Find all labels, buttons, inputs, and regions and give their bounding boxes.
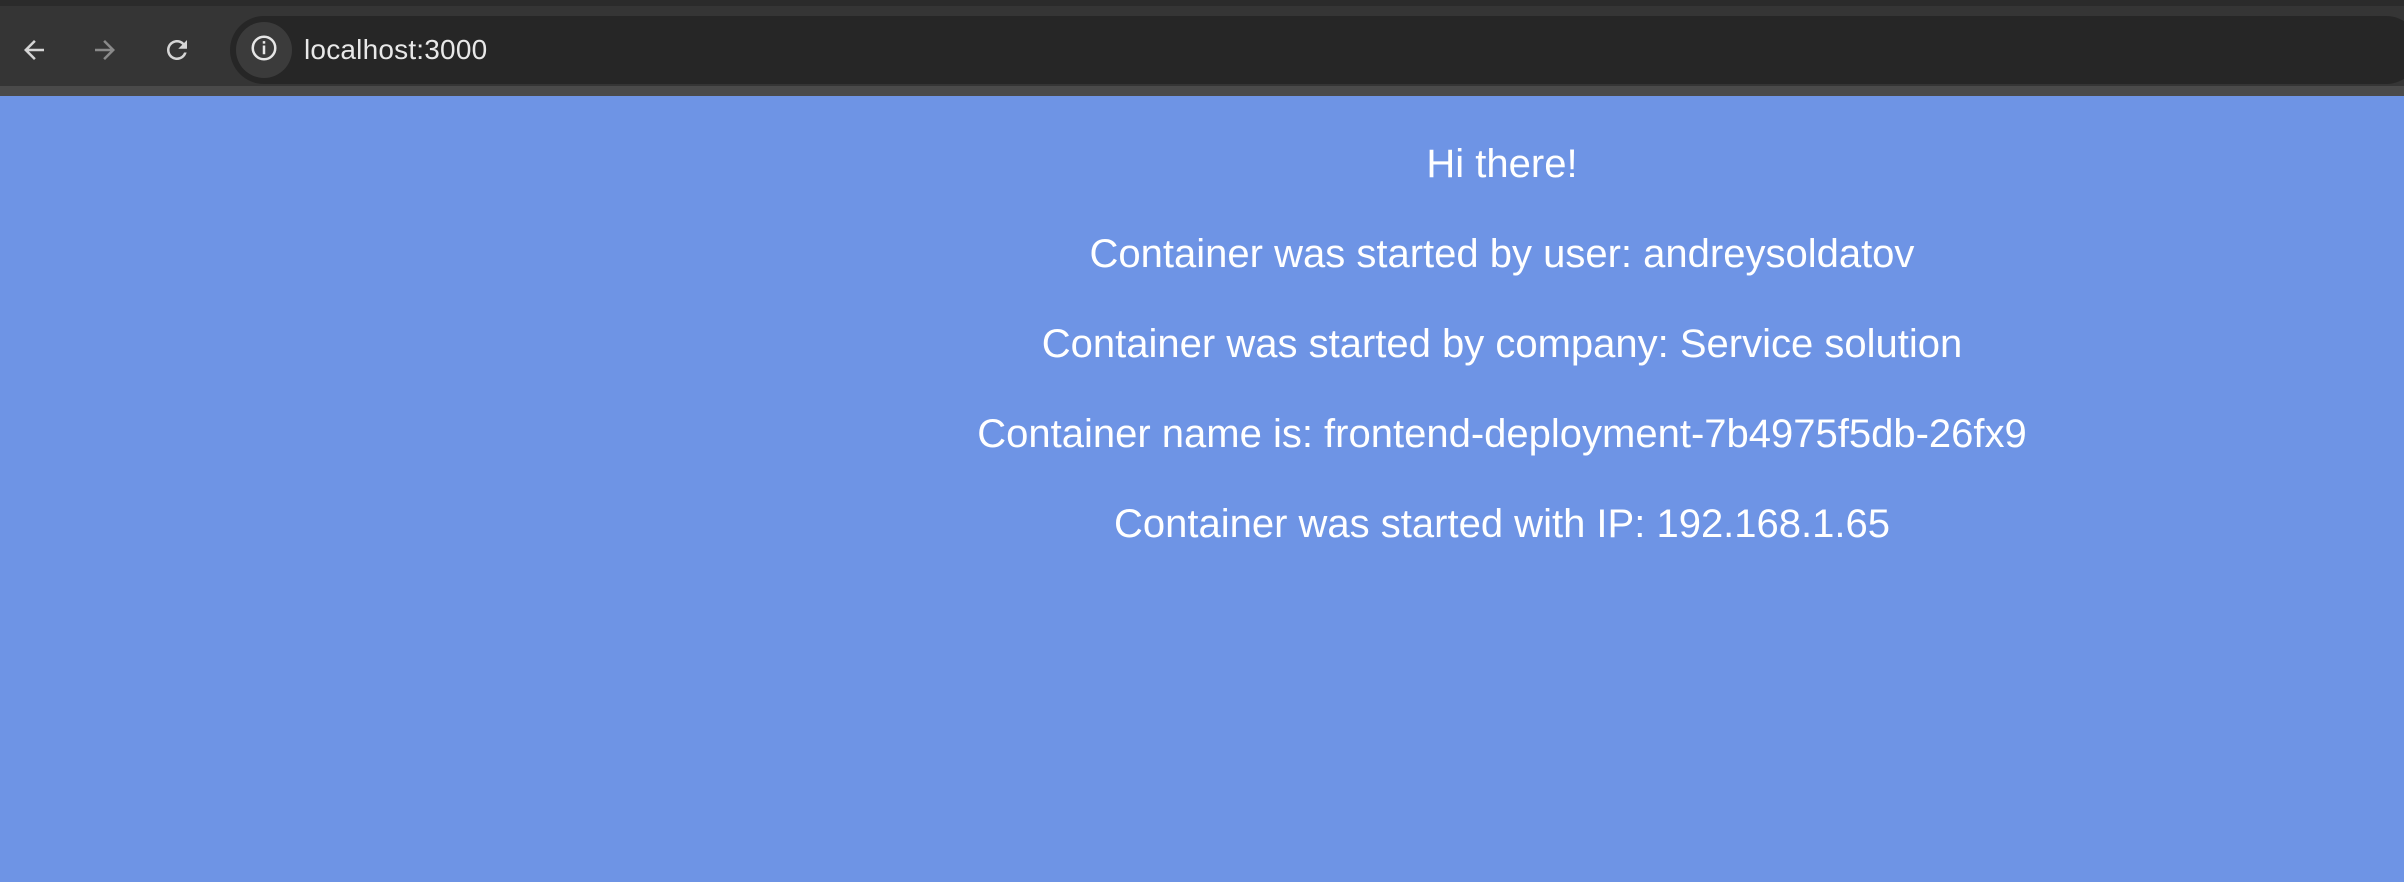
site-info-button[interactable]: [236, 22, 292, 78]
arrow-left-icon: [19, 35, 49, 65]
reload-icon: [162, 35, 192, 65]
url-text[interactable]: localhost:3000: [304, 32, 487, 68]
reload-button[interactable]: [151, 24, 203, 76]
forward-button[interactable]: [79, 24, 131, 76]
greeting-text: Hi there!: [1426, 142, 1578, 186]
toolbar-bottom-edge: [0, 86, 2404, 96]
arrow-right-icon: [90, 35, 120, 65]
started-by-user-text: Container was started by user: andreysol…: [1089, 232, 1915, 276]
started-by-company-text: Container was started by company: Servic…: [1041, 322, 1963, 366]
toolbar-top-edge: [0, 0, 2404, 6]
back-button[interactable]: [8, 24, 60, 76]
browser-toolbar: localhost:3000: [0, 0, 2404, 96]
info-circle-icon: [249, 33, 279, 68]
container-ip-text: Container was started with IP: 192.168.1…: [1113, 502, 1890, 546]
page-content: Hi there! Container was started by user:…: [0, 96, 2404, 882]
container-name-text: Container name is: frontend-deployment-7…: [977, 412, 2027, 456]
address-bar[interactable]: localhost:3000: [230, 16, 2404, 84]
